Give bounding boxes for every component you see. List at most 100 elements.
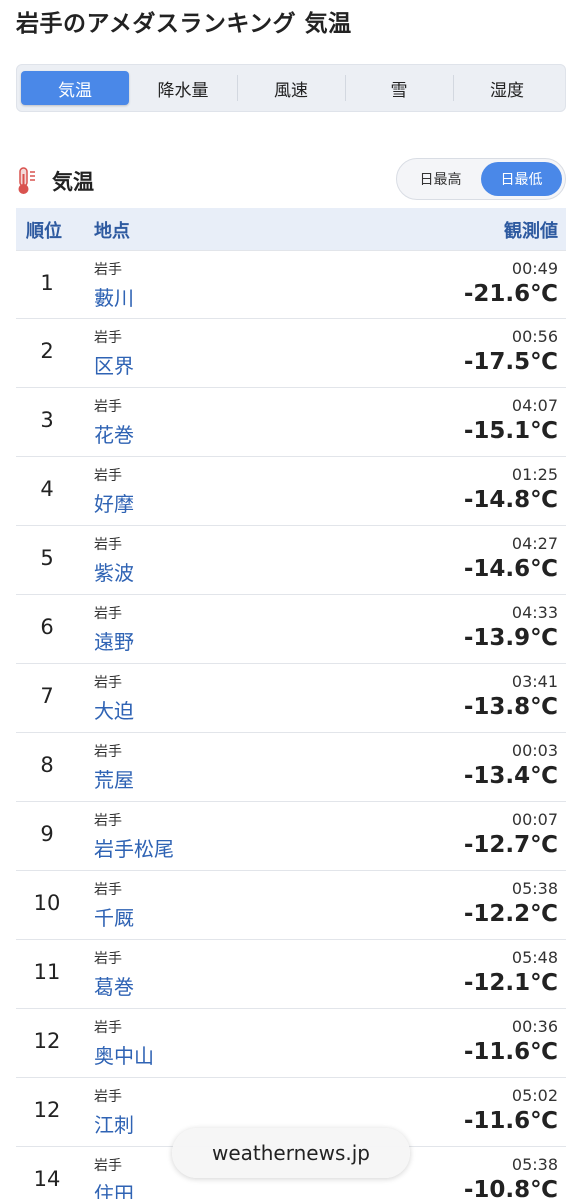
- observation-time: 05:38: [511, 1155, 558, 1174]
- rank-number: 8: [40, 753, 54, 777]
- site-link-pill[interactable]: weathernews.jp: [172, 1128, 410, 1178]
- temperature-value: -14.6℃: [463, 556, 558, 582]
- table-row: 9 岩手岩手松尾 00:07 -12.7℃: [16, 802, 566, 871]
- station-link[interactable]: 住田: [94, 1178, 134, 1199]
- prefecture-label: 岩手: [94, 675, 122, 691]
- prefecture-label: 岩手: [94, 399, 122, 415]
- rank-number: 9: [40, 822, 54, 846]
- prefecture-label: 岩手: [94, 606, 122, 622]
- observation-time: 04:27: [511, 534, 558, 553]
- table-row: 8 岩手 荒屋 00:03 -13.4℃: [16, 733, 566, 802]
- prefecture-label: 岩手: [94, 468, 122, 484]
- temperature-value: -11.6℃: [463, 1039, 558, 1065]
- prefecture-label: 岩手: [94, 1089, 122, 1105]
- prefecture-label: 岩手: [94, 262, 122, 278]
- observation-time: 05:38: [511, 879, 558, 898]
- rank-number: 4: [40, 477, 54, 501]
- rank-number: 6: [40, 615, 54, 639]
- table-row: 12 岩手奥中山 00:36 -11.6℃: [16, 1009, 566, 1078]
- temperature-value: -12.2℃: [463, 901, 558, 927]
- table-row: 5 岩手紫波 04:27 -14.6℃: [16, 526, 566, 595]
- prefecture-label: 岩手: [94, 882, 122, 898]
- table-header: 順位 地点 観測値: [16, 208, 566, 250]
- station-link[interactable]: 区界: [94, 350, 134, 379]
- station-link[interactable]: 好摩: [94, 488, 134, 517]
- table-row: 2 岩手区界 00:56 -17.5℃: [16, 319, 566, 388]
- prefecture-label: 岩手: [94, 744, 122, 760]
- rank-number: 7: [40, 684, 54, 708]
- rank-number: 14: [33, 1167, 61, 1191]
- station-link[interactable]: 千厩: [94, 902, 134, 931]
- station-link[interactable]: 岩手松尾: [94, 833, 174, 862]
- prefecture-label: 岩手: [94, 330, 122, 346]
- table-row: 10 岩手千厩 05:38 -12.2℃: [16, 871, 566, 940]
- section-header: 気温 日最高 日最低: [16, 156, 566, 204]
- page-title: 岩手のアメダスランキング 気温: [16, 11, 352, 37]
- rank-number: 12: [33, 1098, 61, 1122]
- toggle-daily-min[interactable]: 日最低: [481, 162, 562, 196]
- temperature-value: -17.5℃: [463, 349, 558, 375]
- thermometer-icon: [18, 167, 35, 194]
- rank-number: 3: [40, 408, 54, 432]
- rank-number: 10: [33, 891, 61, 915]
- max-min-toggle: 日最高 日最低: [396, 158, 566, 200]
- table-row: 3 岩手花巻 04:07 -15.1℃: [16, 388, 566, 457]
- table-row: 1 岩手藪川 00:49 -21.6℃: [16, 250, 566, 319]
- temperature-value: -15.1℃: [463, 418, 558, 444]
- tab-precipitation[interactable]: 降水量: [129, 71, 237, 105]
- prefecture-label: 岩手: [94, 1158, 122, 1174]
- tab-wind-speed[interactable]: 風速: [237, 71, 345, 105]
- station-link[interactable]: 荒屋: [94, 764, 134, 793]
- table-body: 1 岩手 藪川 00:49 -21.6℃ 2 岩手 区界 00:56 -17.5℃ 3 岩手 花巻 04:…: [16, 250, 566, 1199]
- page: 岩手のアメダスランキング 気温 気温 降水量 風速 雪 湿度 気温 日最高 日最…: [0, 0, 581, 1199]
- observation-time: 04:33: [511, 603, 558, 622]
- table-row: 7 岩手大迫 03:41 -13.8℃: [16, 664, 566, 733]
- prefecture-label: 岩手: [94, 951, 122, 967]
- observation-time: 03:41: [511, 672, 558, 691]
- prefecture-label: 岩手: [94, 813, 122, 829]
- ranking-table: 順位 地点 観測値 1 岩手 藪川 00:49 -21.6℃ 2 岩手 区界 00:56 -17.…: [16, 208, 566, 1199]
- prefecture-label: 岩手: [94, 537, 122, 553]
- table-row: 6 岩手遠野 04:33 -13.9℃: [16, 595, 566, 664]
- observation-time: 01:25: [511, 465, 558, 484]
- temperature-value: -12.1℃: [463, 970, 558, 996]
- observation-time: 05:02: [511, 1086, 558, 1105]
- tab-temperature[interactable]: 気温: [21, 71, 129, 105]
- table-row: 4 岩手 好摩 01:25 -14.8℃: [16, 457, 566, 526]
- station-link[interactable]: 葛巻: [94, 971, 134, 1000]
- temperature-value: -13.9℃: [463, 625, 558, 651]
- observation-time: 00:07: [511, 810, 558, 829]
- observation-time: 00:36: [511, 1017, 558, 1036]
- tab-humidity[interactable]: 湿度: [453, 71, 561, 105]
- temperature-value: -21.6℃: [463, 281, 558, 307]
- station-link[interactable]: 紫波: [94, 557, 134, 586]
- station-link[interactable]: 藪川: [94, 282, 134, 311]
- table-row: 11 岩手葛巻 05:48 -12.1℃: [16, 940, 566, 1009]
- observation-time: 00:56: [511, 327, 558, 346]
- observation-time: 00:49: [511, 259, 558, 278]
- rank-number: 12: [33, 1029, 61, 1053]
- rank-number: 1: [40, 271, 54, 295]
- prefecture-label: 岩手: [94, 1020, 122, 1036]
- temperature-value: -12.7℃: [463, 832, 558, 858]
- header-place: 地点: [94, 221, 130, 242]
- temperature-value: -11.6℃: [463, 1108, 558, 1134]
- header-value: 観測値: [504, 221, 558, 242]
- observation-time: 00:03: [511, 741, 558, 760]
- temperature-value: -13.8℃: [463, 694, 558, 720]
- station-link[interactable]: 大迫: [94, 695, 134, 724]
- section-title: 気温: [52, 170, 94, 194]
- temperature-value: -10.8℃: [463, 1177, 558, 1199]
- rank-number: 11: [33, 960, 61, 984]
- station-link[interactable]: 江刺: [94, 1109, 134, 1138]
- toggle-daily-max[interactable]: 日最高: [400, 162, 481, 196]
- rank-number: 5: [40, 546, 54, 570]
- observation-time: 04:07: [511, 396, 558, 415]
- rank-number: 2: [40, 339, 54, 363]
- tab-snow[interactable]: 雪: [345, 71, 453, 105]
- station-link[interactable]: 花巻: [94, 419, 134, 448]
- observation-time: 05:48: [511, 948, 558, 967]
- category-tabs: 気温 降水量 風速 雪 湿度: [16, 64, 566, 112]
- station-link[interactable]: 奥中山: [94, 1040, 154, 1069]
- station-link[interactable]: 遠野: [94, 626, 134, 655]
